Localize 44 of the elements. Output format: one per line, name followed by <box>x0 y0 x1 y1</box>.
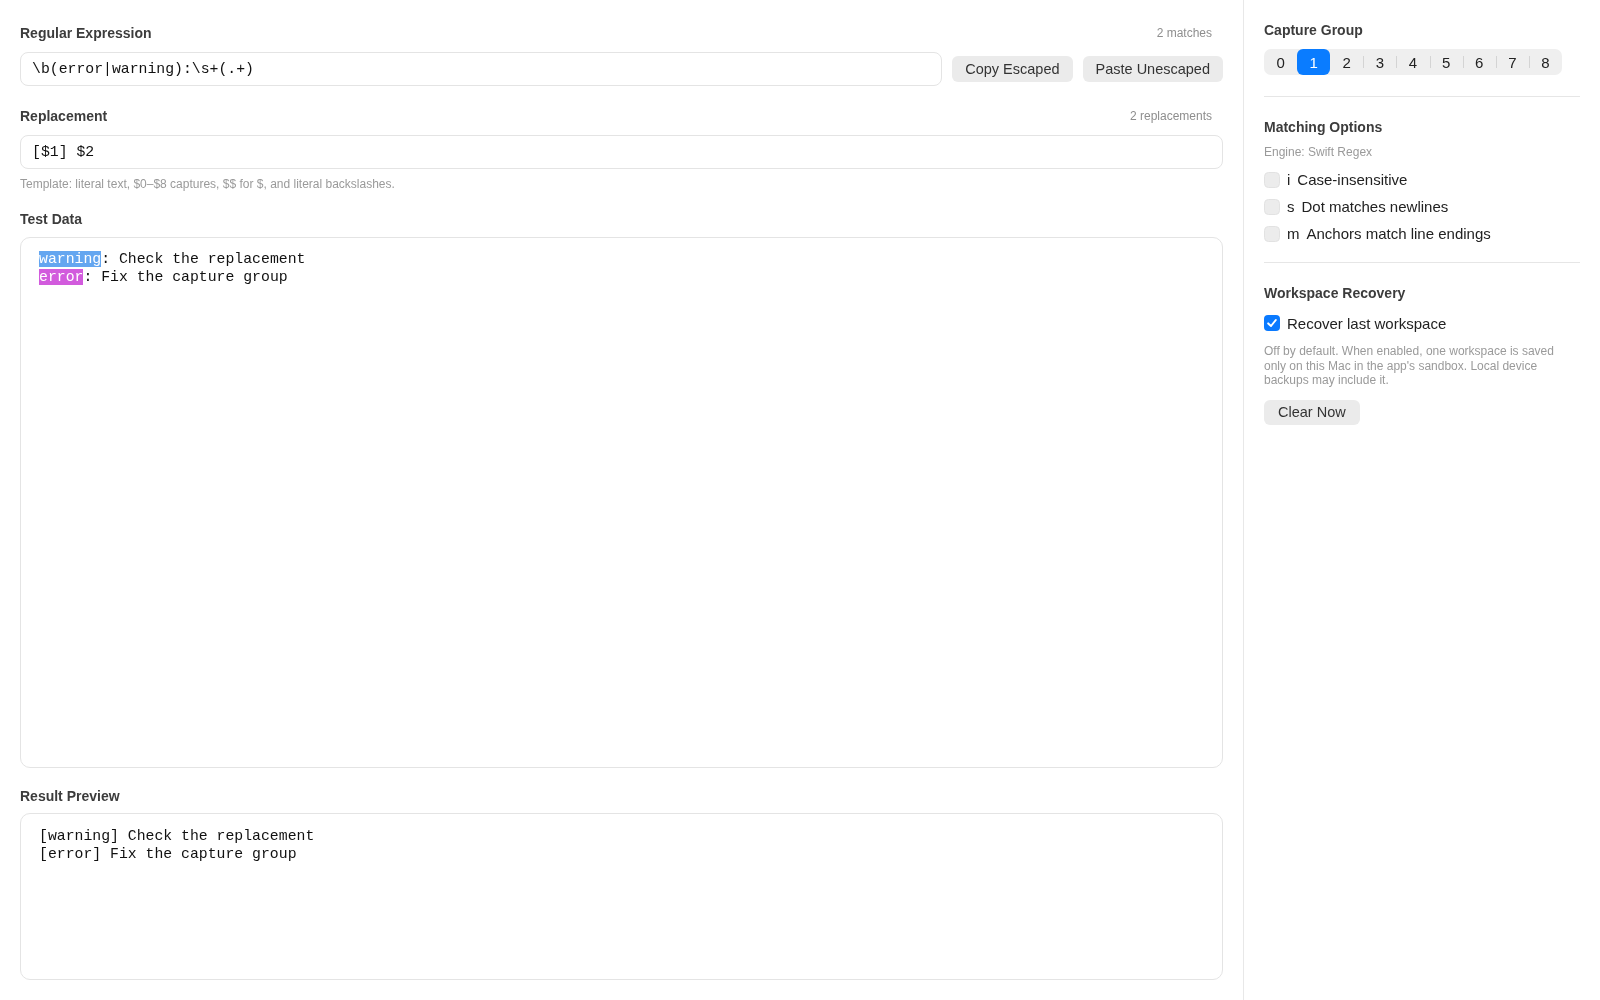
match-highlight: error <box>39 269 84 285</box>
flag-letter-label: m <box>1287 225 1300 242</box>
checkbox[interactable] <box>1264 225 1280 242</box>
section-label: Replacement <box>20 107 108 126</box>
section-label: Regular Expression <box>20 24 152 43</box>
capture-group-segment[interactable]: 6 <box>1462 49 1496 75</box>
recovery-description: Off by default. When enabled, one workspace is saved only on this Mac in the app's sandbox. Local device backups may include it. <box>1264 344 1555 388</box>
section-title: Workspace Recovery <box>1264 284 1407 303</box>
line-text: : Fix the capture group <box>83 269 288 285</box>
checkbox[interactable] <box>1264 171 1280 188</box>
match-highlight: warning <box>39 251 102 267</box>
capture-group-segment[interactable]: 3 <box>1363 49 1397 75</box>
clear-now-button[interactable]: Clear Now <box>1264 399 1360 425</box>
result-line: [error] Fix the capture group <box>39 845 297 863</box>
line-text: : Check the replacement <box>101 251 306 267</box>
regex-field[interactable]: \b(error|warning):\s+(.+) <box>20 52 943 86</box>
capture-group-segment[interactable]: 2 <box>1330 49 1364 75</box>
result-line: [warning] Check the replacement <box>39 827 315 845</box>
test-data-editor[interactable]: warning: Check the replacement error: Fix the capture group <box>20 237 1223 768</box>
template-hint: Template: literal text, $0–$8 captures, $$ for $, and literal backslashes. <box>20 177 396 192</box>
capture-group-segment[interactable]: 0 <box>1264 49 1298 75</box>
section-title: Matching Options <box>1264 118 1384 137</box>
flag-letter-label: s <box>1287 198 1295 215</box>
capture-group-segment[interactable]: 4 <box>1396 49 1430 75</box>
replacement-field[interactable]: [$1] $2 <box>20 135 1223 169</box>
option-label: Dot matches newlines <box>1301 198 1449 215</box>
capture-group-segment[interactable]: 5 <box>1429 49 1463 75</box>
paste-unescaped-button[interactable]: Paste Unescaped <box>1082 56 1223 82</box>
checkbox[interactable] <box>1264 315 1280 331</box>
checkbox-label: Recover last workspace <box>1287 314 1447 332</box>
engine-note: Engine: Swift Regex <box>1264 145 1374 160</box>
option-label: Anchors match line endings <box>1306 225 1491 242</box>
capture-group-segment[interactable]: 1 <box>1297 49 1331 75</box>
section-title: Capture Group <box>1264 21 1364 40</box>
checkbox[interactable] <box>1264 198 1280 215</box>
capture-group-segment[interactable]: 8 <box>1528 49 1562 75</box>
copy-escaped-button[interactable]: Copy Escaped <box>952 56 1073 82</box>
capture-group-segment[interactable]: 7 <box>1495 49 1529 75</box>
match-count: 2 matches <box>1156 25 1213 41</box>
flag-letter-label: i <box>1287 171 1291 188</box>
section-label: Result Preview <box>20 787 120 806</box>
section-label: Test Data <box>20 210 82 229</box>
replacement-count: 2 replacements <box>1129 108 1213 124</box>
option-label: Case-insensitive <box>1297 171 1408 188</box>
